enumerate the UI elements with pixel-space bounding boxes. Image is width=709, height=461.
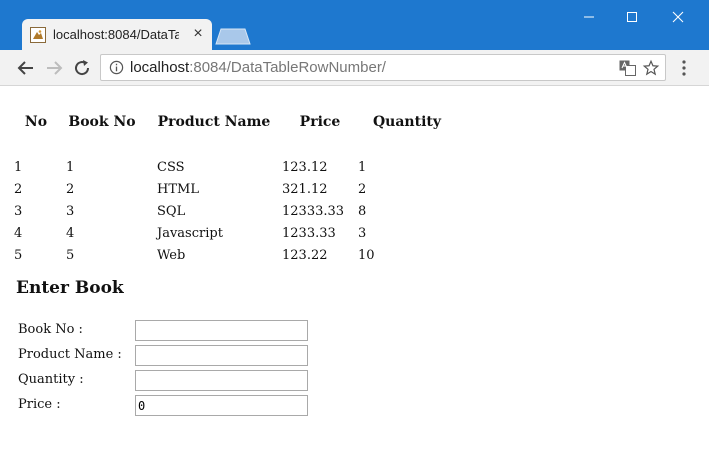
close-window-button[interactable] bbox=[655, 0, 701, 32]
page-content: No Book No Product Name Price Quantity 1… bbox=[8, 86, 700, 454]
product-name-input[interactable] bbox=[135, 345, 308, 366]
spacer-row bbox=[14, 134, 456, 156]
table-row: 2 2 HTML 321.12 2 bbox=[14, 178, 456, 200]
back-arrow-icon[interactable] bbox=[14, 56, 38, 80]
column-header-price: Price bbox=[299, 114, 341, 130]
book-table: No Book No Product Name Price Quantity 1… bbox=[14, 110, 456, 266]
cell-book-no: 1 bbox=[66, 159, 75, 175]
table-row: 5 5 Web 123.22 10 bbox=[14, 244, 456, 266]
cell-price: 123.22 bbox=[282, 247, 328, 263]
cell-book-no: 5 bbox=[66, 247, 75, 263]
column-header-no: No bbox=[24, 114, 48, 130]
price-label: Price : bbox=[18, 397, 61, 412]
cell-book-no: 3 bbox=[66, 203, 75, 219]
cell-quantity: 3 bbox=[358, 225, 367, 241]
cell-quantity: 8 bbox=[358, 203, 367, 219]
cell-quantity: 2 bbox=[358, 181, 367, 197]
minimize-button[interactable] bbox=[566, 0, 612, 32]
book-no-label: Book No : bbox=[18, 322, 83, 337]
cell-product-name: Web bbox=[157, 247, 186, 263]
cell-no: 2 bbox=[14, 181, 23, 197]
cell-no: 1 bbox=[14, 159, 23, 175]
url-path: :8084/DataTableRowNumber/ bbox=[189, 59, 386, 76]
url-text[interactable]: localhost:8084/DataTableRowNumber/ bbox=[130, 58, 386, 78]
cell-no: 4 bbox=[14, 225, 23, 241]
title-bar: localhost:8084/DataTableRowNumber/ × bbox=[0, 0, 709, 50]
price-input[interactable] bbox=[135, 395, 308, 416]
column-header-quantity: Quantity bbox=[372, 114, 441, 130]
url-host: localhost bbox=[130, 59, 190, 76]
reload-icon[interactable] bbox=[70, 56, 94, 80]
cell-quantity: 10 bbox=[358, 247, 375, 263]
cell-no: 5 bbox=[14, 247, 23, 263]
cell-price: 123.12 bbox=[282, 159, 328, 175]
table-header-row: No Book No Product Name Price Quantity bbox=[14, 110, 456, 134]
cell-price: 12333.33 bbox=[282, 203, 345, 219]
cell-product-name: CSS bbox=[157, 159, 185, 175]
minimize-icon bbox=[584, 16, 594, 17]
bookmark-star-icon[interactable] bbox=[642, 59, 660, 77]
cell-book-no: 2 bbox=[66, 181, 75, 197]
cell-product-name: SQL bbox=[157, 203, 186, 219]
table-row: 1 1 CSS 123.12 1 bbox=[14, 156, 456, 178]
cell-product-name: Javascript bbox=[157, 225, 223, 241]
browser-toolbar: localhost:8084/DataTableRowNumber/ bbox=[0, 50, 709, 86]
tab-active[interactable]: localhost:8084/DataTableRowNumber/ × bbox=[22, 19, 212, 50]
column-header-book-no: Book No bbox=[68, 114, 136, 130]
table-row: 4 4 Javascript 1233.33 3 bbox=[14, 222, 456, 244]
cell-price: 321.12 bbox=[282, 181, 328, 197]
info-icon[interactable] bbox=[109, 60, 124, 75]
quantity-input[interactable] bbox=[135, 370, 308, 391]
product-name-label: Product Name : bbox=[18, 347, 122, 362]
maximize-button[interactable] bbox=[609, 0, 655, 32]
page-favicon-icon bbox=[30, 27, 46, 43]
quantity-label: Quantity : bbox=[18, 372, 84, 387]
cell-no: 3 bbox=[14, 203, 23, 219]
browser-menu-icon[interactable] bbox=[676, 59, 692, 77]
enter-book-heading: Enter Book bbox=[16, 278, 124, 298]
cell-book-no: 4 bbox=[66, 225, 75, 241]
forward-arrow-icon[interactable] bbox=[42, 56, 66, 80]
table-row: 3 3 SQL 12333.33 8 bbox=[14, 200, 456, 222]
new-tab-button[interactable] bbox=[215, 28, 251, 45]
tab-close-icon[interactable]: × bbox=[190, 25, 206, 43]
cell-price: 1233.33 bbox=[282, 225, 336, 241]
address-bar[interactable]: localhost:8084/DataTableRowNumber/ bbox=[100, 54, 666, 81]
cell-quantity: 1 bbox=[358, 159, 367, 175]
browser-window: localhost:8084/DataTableRowNumber/ × bbox=[0, 0, 709, 461]
tab-title: localhost:8084/DataTableRowNumber/ bbox=[53, 27, 179, 42]
cell-product-name: HTML bbox=[157, 181, 199, 197]
maximize-icon bbox=[627, 11, 637, 22]
close-icon bbox=[672, 11, 684, 22]
book-no-input[interactable] bbox=[135, 320, 308, 341]
column-header-product-name: Product Name bbox=[157, 114, 271, 130]
translate-icon[interactable] bbox=[619, 60, 636, 76]
